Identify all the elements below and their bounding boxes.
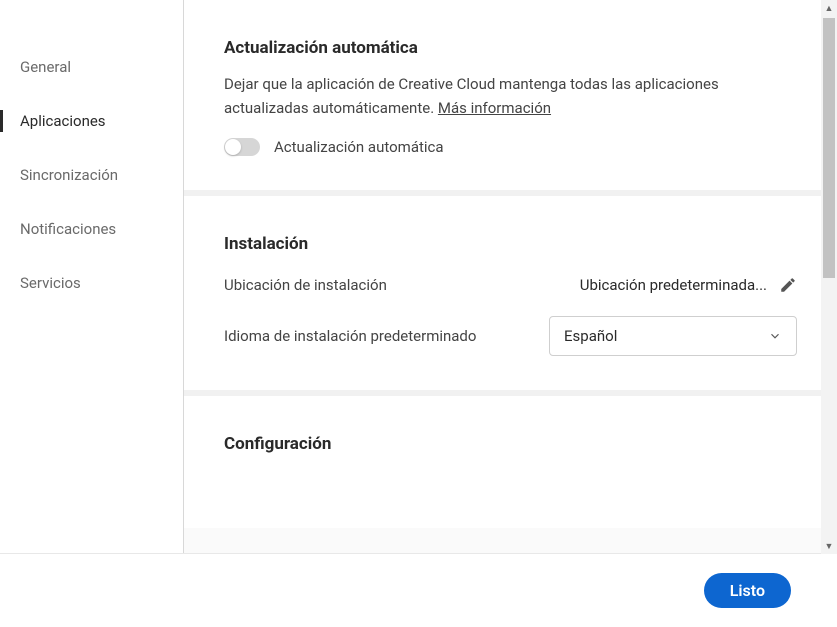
sidebar-item-servicios[interactable]: Servicios [0,256,183,310]
sidebar-item-label: Aplicaciones [20,112,106,130]
section-install: Instalación Ubicación de instalación Ubi… [184,196,837,396]
section-title: Actualización automática [224,38,797,58]
install-location-row: Ubicación de instalación Ubicación prede… [224,276,797,294]
scrollbar-arrow-up[interactable]: ▲ [821,0,837,16]
pencil-icon[interactable] [779,276,797,294]
scrollbar-arrow-down[interactable]: ▼ [821,538,837,554]
toggle-label: Actualización automática [274,138,444,156]
auto-update-toggle[interactable] [224,138,260,156]
sidebar-item-label: General [20,58,71,76]
scrollbar-track[interactable]: ▲ ▼ [821,0,837,554]
section-title: Instalación [224,234,797,254]
sidebar-item-notificaciones[interactable]: Notificaciones [0,202,183,256]
section-description: Dejar que la aplicación de Creative Clou… [224,72,797,120]
install-location-value: Ubicación predeterminada... [580,276,767,294]
language-select[interactable]: Español [549,316,797,356]
language-select-value: Español [564,327,617,345]
more-info-link[interactable]: Más información [438,99,551,117]
chevron-down-icon [768,329,782,343]
install-location-label: Ubicación de instalación [224,276,387,294]
section-config: Configuración [184,396,837,528]
toggle-knob [225,139,241,155]
auto-update-toggle-row: Actualización automática [224,138,797,156]
sidebar: General Aplicaciones Sincronización Noti… [0,0,184,553]
done-button[interactable]: Listo [704,573,791,608]
section-auto-update: Actualización automática Dejar que la ap… [184,0,837,196]
main-content: Actualización automática Dejar que la ap… [184,0,837,553]
sidebar-item-label: Sincronización [20,166,118,184]
sidebar-item-label: Notificaciones [20,220,116,238]
sidebar-item-sincronizacion[interactable]: Sincronización [0,148,183,202]
sidebar-item-label: Servicios [20,274,81,292]
sidebar-item-aplicaciones[interactable]: Aplicaciones [0,94,183,148]
sidebar-item-general[interactable]: General [0,40,183,94]
section-title: Configuración [224,434,797,454]
scrollbar-thumb[interactable] [823,18,835,278]
install-language-label: Idioma de instalación predeterminado [224,327,476,345]
footer: Listo [0,554,837,627]
install-language-row: Idioma de instalación predeterminado Esp… [224,316,797,356]
